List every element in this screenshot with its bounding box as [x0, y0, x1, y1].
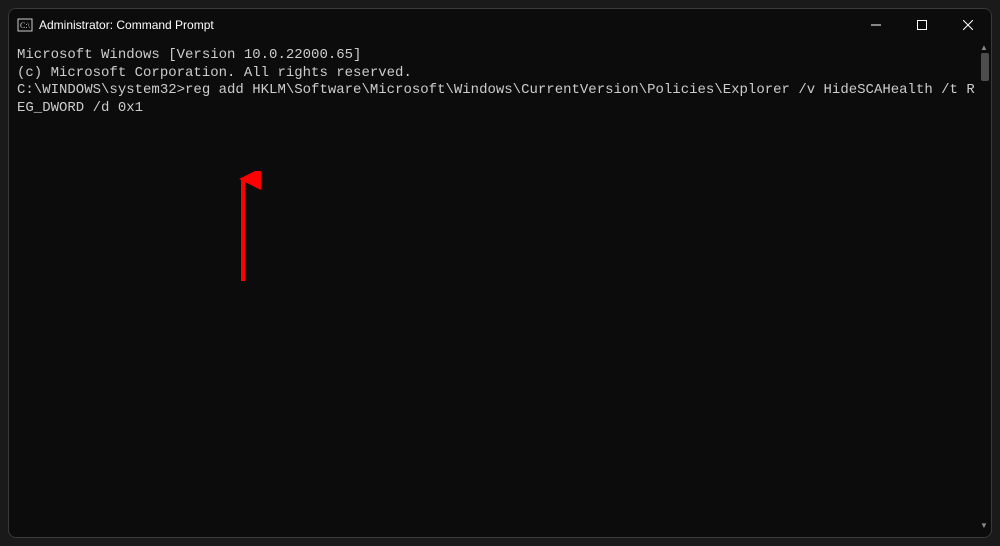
annotation-arrow-icon [231, 171, 261, 291]
window-title: Administrator: Command Prompt [39, 18, 214, 32]
close-button[interactable] [945, 9, 991, 41]
scrollbar-up-icon[interactable]: ▲ [979, 43, 989, 53]
window-controls [853, 9, 991, 41]
cmd-icon: C:\ [17, 17, 33, 33]
command-input-line: C:\WINDOWS\system32>reg add HKLM\Softwar… [17, 82, 983, 117]
titlebar[interactable]: C:\ Administrator: Command Prompt [9, 9, 991, 41]
maximize-button[interactable] [899, 9, 945, 41]
copyright-line: (c) Microsoft Corporation. All rights re… [17, 65, 983, 83]
terminal-output[interactable]: Microsoft Windows [Version 10.0.22000.65… [9, 41, 991, 537]
version-line: Microsoft Windows [Version 10.0.22000.65… [17, 47, 983, 65]
scrollbar-thumb[interactable] [981, 53, 989, 81]
minimize-button[interactable] [853, 9, 899, 41]
scrollbar-down-icon[interactable]: ▼ [979, 521, 989, 531]
svg-text:C:\: C:\ [20, 21, 31, 30]
titlebar-left: C:\ Administrator: Command Prompt [17, 17, 214, 33]
command-prompt-window: C:\ Administrator: Command Prompt [8, 8, 992, 538]
